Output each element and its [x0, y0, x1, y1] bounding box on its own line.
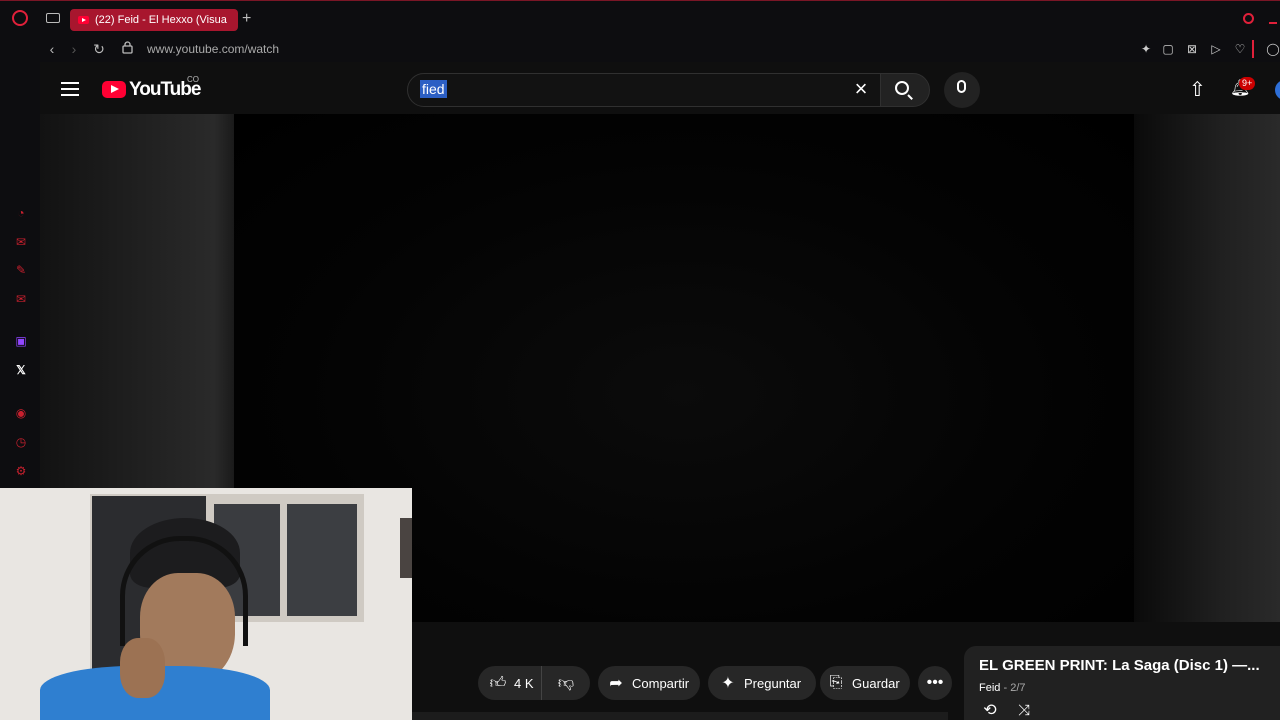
- playlist-position: 2/7: [1010, 682, 1026, 694]
- chat-icon[interactable]: ✉: [13, 234, 29, 250]
- lock-icon[interactable]: [122, 41, 133, 54]
- webcam-wall-object: [400, 518, 412, 578]
- playlist-title[interactable]: EL GREEN PRINT: La Saga (Disc 1) —...: [979, 657, 1274, 674]
- youtube-favicon-icon: [78, 16, 89, 24]
- toolbar-divider: [1252, 40, 1254, 58]
- more-actions-icon[interactable]: •••: [918, 666, 952, 700]
- webcam-window-pane-right: [287, 504, 357, 616]
- loop-playlist-icon[interactable]: ⟲: [980, 703, 1000, 719]
- ambient-glow-right: [1134, 114, 1280, 622]
- minimize-icon[interactable]: [1269, 22, 1277, 24]
- reload-icon[interactable]: ↻: [91, 41, 107, 57]
- email-icon[interactable]: ✉: [13, 291, 29, 307]
- bookmark-pin-icon[interactable]: ✦: [1139, 42, 1153, 56]
- thumbs-down-icon: 👎︎: [557, 674, 575, 692]
- active-tab[interactable]: (22) Feid - El Hexxo (Visua: [70, 9, 238, 31]
- refresh-circle-icon[interactable]: ◔: [13, 205, 29, 221]
- search-input[interactable]: [418, 79, 838, 99]
- tab-title: (22) Feid - El Hexxo (Visua: [95, 14, 227, 26]
- clear-search-icon[interactable]: ×: [852, 78, 870, 100]
- search-icon[interactable]: [895, 81, 909, 95]
- forward-icon[interactable]: ›: [66, 41, 82, 57]
- profile-icon[interactable]: ◯: [1266, 42, 1280, 56]
- ask-button[interactable]: ✦ Preguntar: [708, 666, 816, 700]
- microphone-icon[interactable]: [957, 80, 966, 93]
- description-area: [412, 712, 948, 720]
- search-query-selection[interactable]: fied: [420, 80, 447, 98]
- player-icon[interactable]: ◉: [13, 405, 29, 421]
- share-label: Compartir: [632, 675, 690, 691]
- webcam-overlay: [0, 488, 412, 720]
- share-icon: ➦: [609, 675, 623, 692]
- like-button[interactable]: 👍︎ 4 K: [478, 666, 542, 700]
- ask-label: Preguntar: [744, 675, 802, 691]
- upload-icon[interactable]: ⇧: [1189, 80, 1206, 100]
- shuffle-icon[interactable]: ⤨: [1014, 703, 1034, 719]
- country-code: CO: [187, 75, 199, 84]
- twitch-icon[interactable]: ▣: [13, 333, 29, 349]
- back-icon[interactable]: ‹: [44, 41, 60, 57]
- extension-icon[interactable]: ⊠: [1185, 42, 1199, 56]
- webcam-person-headphones: [120, 536, 248, 646]
- dislike-button[interactable]: 👎︎: [542, 666, 590, 700]
- webcam-person-hand: [120, 638, 165, 698]
- settings-icon[interactable]: ⚙: [13, 463, 29, 479]
- snapshot-icon[interactable]: ▢: [1161, 42, 1175, 56]
- like-count: 4 K: [514, 675, 534, 691]
- like-dislike-group: 👍︎ 4 K 👎︎: [478, 666, 590, 700]
- opera-logo-icon[interactable]: [12, 10, 28, 26]
- thumbs-up-icon: 👍︎: [489, 674, 507, 692]
- playlist-owner[interactable]: Feid: [979, 682, 1000, 694]
- workspaces-icon[interactable]: [46, 13, 60, 23]
- x-icon[interactable]: 𝕏: [13, 362, 29, 378]
- youtube-logo-icon[interactable]: [102, 81, 126, 98]
- pen-icon[interactable]: ✎: [13, 262, 29, 278]
- url-field[interactable]: www.youtube.com/watch: [147, 42, 279, 56]
- bookmark-heart-icon[interactable]: ♡: [1233, 42, 1247, 56]
- notification-badge: 9+: [1239, 77, 1256, 90]
- share-button[interactable]: ➦ Compartir: [598, 666, 700, 700]
- new-tab-button[interactable]: +: [242, 9, 256, 29]
- save-button[interactable]: ⎘ Guardar: [820, 666, 910, 700]
- history-icon[interactable]: ◷: [13, 434, 29, 450]
- hamburger-menu-icon[interactable]: [61, 82, 79, 96]
- save-label: Guardar: [852, 675, 900, 691]
- send-icon[interactable]: ▷: [1209, 42, 1223, 56]
- playlist-meta: Feid - 2/7: [979, 682, 1026, 694]
- tab-search-icon[interactable]: [1243, 13, 1254, 24]
- bookmark-icon: ⎘: [829, 674, 843, 691]
- sparkle-icon: ✦: [721, 675, 735, 692]
